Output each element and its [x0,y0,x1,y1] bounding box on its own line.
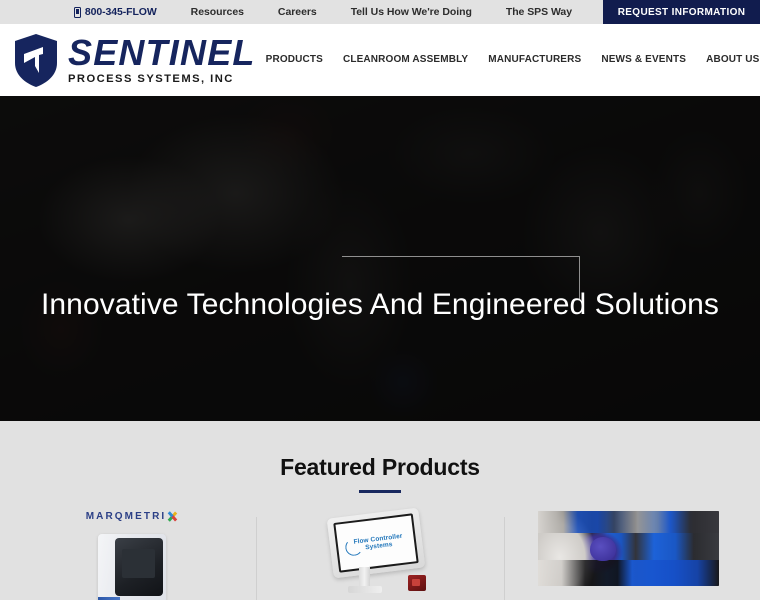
main-navigation: PRODUCTS CLEANROOM ASSEMBLY MANUFACTURER… [256,54,760,67]
flow-controller-tablet-image: Flow Controller Systems [326,507,432,593]
logo-wordmark: SENTINEL PROCESS SYSTEMS, INC [68,32,256,85]
featured-products-list: MARQMETRI Flow Controller Systems [0,507,760,600]
cleanroom-assembly-photo [537,511,719,586]
site-header: SENTINEL PROCESS SYSTEMS, INC PRODUCTS C… [0,24,760,96]
tablet-device: Flow Controller Systems [326,507,426,579]
top-link-tell-us-how-were-doing[interactable]: Tell Us How We're Doing [334,6,489,18]
mobile-phone-icon [73,6,81,18]
top-link-the-sps-way[interactable]: The SPS Way [489,6,589,18]
site-logo[interactable]: SENTINEL PROCESS SYSTEMS, INC [13,33,256,88]
request-information-button[interactable]: REQUEST INFORMATION [603,0,760,24]
marqmetrix-brand-text: MARQMETRI [85,511,167,522]
nav-item-manufacturers[interactable]: MANUFACTURERS [478,54,591,65]
tablet-screen: Flow Controller Systems [333,513,419,573]
red-accessory-device [408,575,426,591]
marqmetrix-brand-logo: MARQMETRI [86,511,179,522]
hero-banner: Innovative Technologies And Engineered S… [0,96,760,421]
marqmetrix-x-icon [167,511,178,522]
featured-title-underline [359,490,401,493]
top-link-resources[interactable]: Resources [174,6,261,18]
top-link-careers[interactable]: Careers [261,6,334,18]
tablet-base [348,586,382,593]
nav-item-products[interactable]: PRODUCTS [256,54,333,65]
photo-foreground-bins [537,560,719,586]
featured-products-header: Featured Products [0,421,760,493]
product-card-flow-controller[interactable]: Flow Controller Systems [256,507,504,600]
hero-headline: Innovative Technologies And Engineered S… [40,288,720,321]
top-utility-links: 800-345-FLOW Resources Careers Tell Us H… [73,0,589,24]
product-card-cleanroom[interactable] [504,511,752,600]
flow-controller-systems-logo: Flow Controller Systems [348,533,404,554]
photo-gloved-hands [589,537,616,561]
top-utility-bar: 800-345-FLOW Resources Careers Tell Us H… [0,0,760,24]
featured-products-title: Featured Products [280,454,480,480]
phone-number: 800-345-FLOW [84,6,157,18]
nav-item-cleanroom-assembly[interactable]: CLEANROOM ASSEMBLY [333,54,478,65]
shield-arrow-icon [15,33,57,87]
nav-item-news-events[interactable]: NEWS & EVENTS [591,54,696,65]
phone-link[interactable]: 800-345-FLOW [73,6,174,18]
photo-background-shelving [537,511,719,533]
analyzer-screen [115,538,163,596]
nav-item-about-us[interactable]: ABOUT US [696,54,759,65]
logo-tagline: PROCESS SYSTEMS, INC [68,72,234,85]
marqmetrix-analyzer-image [98,534,166,600]
logo-name: SENTINEL [68,32,256,74]
featured-products-section: Featured Products MARQMETRI Flow Control… [0,421,760,600]
product-card-marqmetrix[interactable]: MARQMETRI [8,511,256,600]
